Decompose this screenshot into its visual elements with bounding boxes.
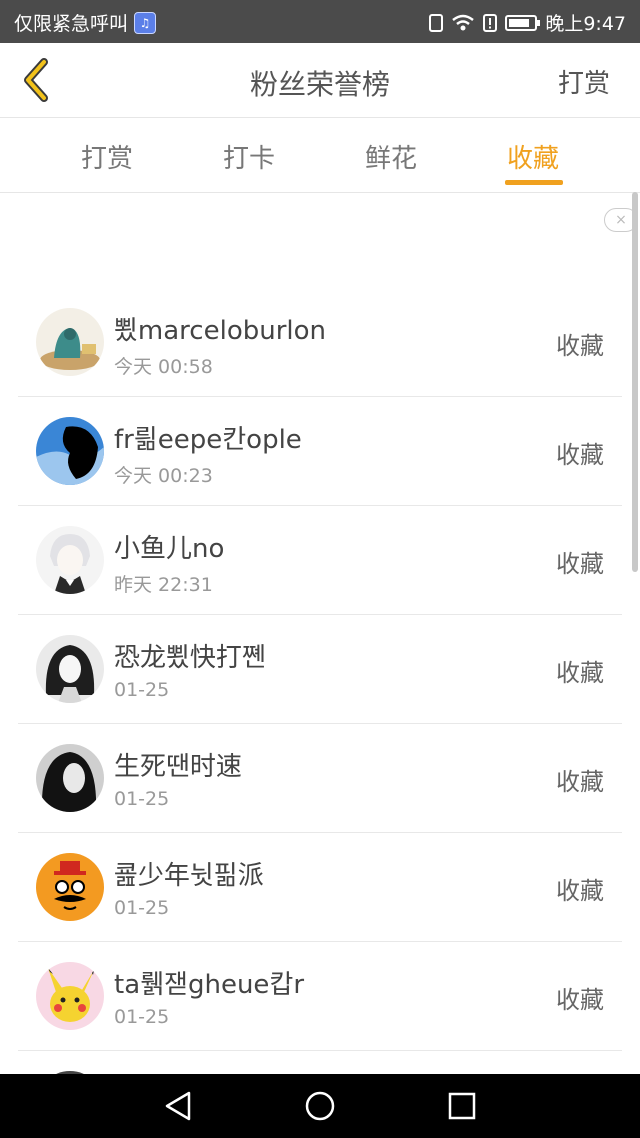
scrollbar[interactable] [632, 192, 638, 572]
fan-name: 生死땐时速 [114, 752, 242, 782]
fan-action-label: 收藏 [556, 768, 604, 796]
fan-name: ta뤩잳gheue캅r [114, 970, 305, 1000]
tab-reward[interactable]: 打赏 [47, 138, 167, 175]
fan-action-label: 收藏 [556, 659, 604, 687]
avatar[interactable] [36, 526, 104, 594]
tab-checkin[interactable]: 打卡 [189, 138, 309, 175]
carrier-text: 仅限紧急呼叫 [14, 13, 129, 35]
fan-time: 昨天 22:31 [114, 574, 213, 596]
status-left: 仅限紧急呼叫 ♫ [14, 9, 157, 36]
nav-back-button[interactable] [160, 1088, 196, 1124]
tab-bar: 打赏 打卡 鲜花 收藏 [0, 118, 640, 193]
avatar[interactable] [36, 853, 104, 921]
home-circle-icon [305, 1091, 335, 1121]
avatar[interactable] [36, 308, 104, 376]
nav-recents-button[interactable] [444, 1088, 480, 1124]
fan-name: 小鱼儿no [114, 534, 225, 564]
fan-name: 쿒少年뉫핆派 [114, 861, 264, 891]
fan-action-label: 收藏 [556, 877, 604, 905]
avatar[interactable] [36, 635, 104, 703]
active-tab-indicator [505, 180, 563, 185]
list-item[interactable]: 恐龙뾨快打쪤 01-25 收藏 [18, 615, 622, 724]
fan-time: 今天 00:58 [114, 356, 213, 378]
fan-name: fr릚eepe칸ople [114, 425, 302, 455]
tab-flowers[interactable]: 鲜花 [331, 138, 451, 175]
vibrate-icon [429, 13, 444, 32]
fan-action-label: 收藏 [556, 441, 604, 469]
fan-name: 뾨marceloburlon [114, 316, 327, 346]
avatar[interactable] [36, 744, 104, 812]
tab-favorites[interactable]: 收藏 [473, 138, 593, 175]
music-app-icon: ♫ [134, 11, 157, 34]
fan-list: 뾨marceloburlon 今天 00:58 收藏 fr릚eepe칸ople … [18, 288, 622, 1074]
list-item[interactable]: 쿒少年뉫핆派 01-25 收藏 [18, 833, 622, 942]
list-item[interactable]: fr릚eepe칸ople 今天 00:23 收藏 [18, 397, 622, 506]
battery-icon [505, 14, 541, 31]
status-bar: 仅限紧急呼叫 ♫ 晚上9:47 [0, 0, 640, 43]
list-item[interactable]: ta뤩잳gheue캅r 01-25 收藏 [18, 942, 622, 1051]
nav-home-button[interactable] [302, 1088, 338, 1124]
recents-square-icon [448, 1092, 476, 1120]
fan-time: 01-25 [114, 1006, 170, 1028]
back-triangle-icon [165, 1091, 191, 1121]
fan-time: 01-25 [114, 679, 170, 701]
wifi-icon [451, 14, 475, 32]
reward-button[interactable]: 打赏 [558, 63, 610, 100]
fan-list-area[interactable]: × 뾨marceloburlon 今天 00:58 收藏 fr릚eepe칸opl… [0, 192, 640, 1074]
system-nav-bar [0, 1074, 640, 1138]
fan-time: 01-25 [114, 897, 170, 919]
title-bar: 粉丝荣誉榜 打赏 [0, 43, 640, 118]
avatar[interactable] [36, 962, 104, 1030]
sim-alert-icon [483, 13, 498, 32]
status-right: 晚上9:47 [429, 9, 626, 36]
list-item[interactable]: 뾨marceloburlon 今天 00:58 收藏 [18, 288, 622, 397]
clock: 晚上9:47 [545, 13, 626, 35]
page-title: 粉丝荣誉榜 [249, 68, 390, 101]
list-item[interactable]: 小鱼儿no 昨天 22:31 收藏 [18, 506, 622, 615]
fan-action-label: 收藏 [556, 550, 604, 578]
fan-time: 今天 00:23 [114, 465, 213, 487]
fan-action-label: 收藏 [556, 986, 604, 1014]
list-item[interactable]: 生死땐时速 01-25 收藏 [18, 724, 622, 833]
avatar[interactable] [36, 417, 104, 485]
fan-time: 01-25 [114, 788, 170, 810]
list-item[interactable] [18, 1051, 622, 1074]
fan-name: 恐龙뾨快打쪤 [114, 643, 266, 673]
fan-action-label: 收藏 [556, 332, 604, 360]
